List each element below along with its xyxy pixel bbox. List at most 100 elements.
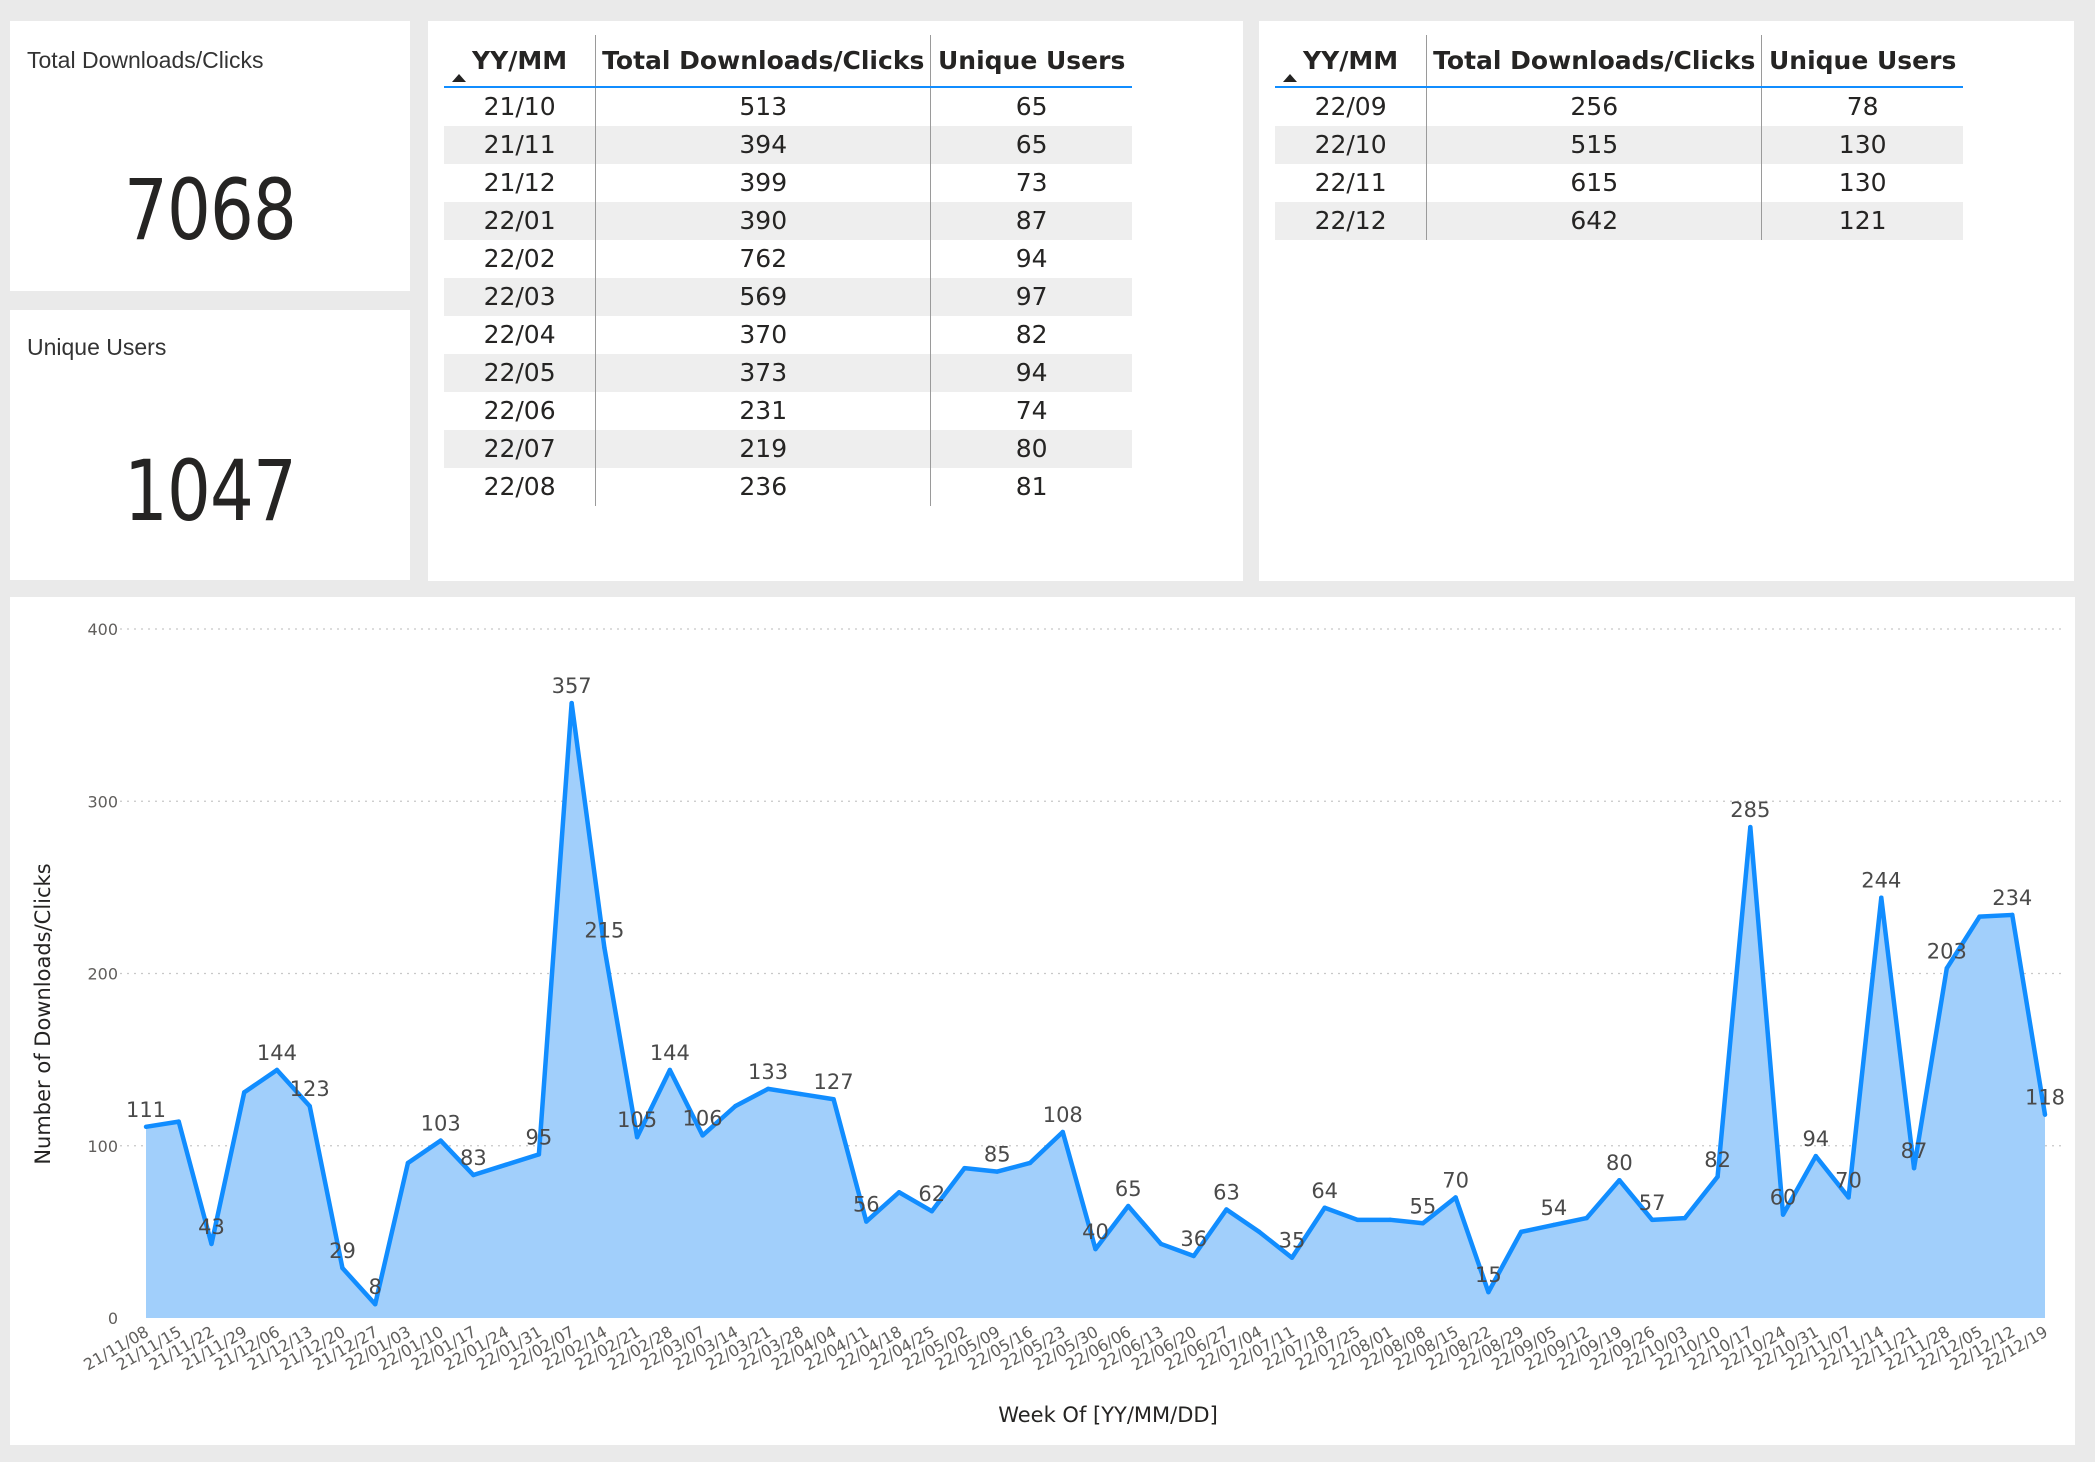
data-point[interactable] — [1944, 966, 1949, 971]
data-point[interactable] — [1682, 1215, 1688, 1221]
column-header-unique[interactable]: Unique Users — [930, 35, 1132, 88]
data-label: 133 — [748, 1060, 788, 1084]
data-point[interactable] — [896, 1190, 902, 1195]
column-header-total[interactable]: Total Downloads/Clicks — [595, 35, 931, 88]
cell-unique: 94 — [930, 240, 1132, 278]
data-point[interactable] — [1420, 1221, 1426, 1226]
data-point[interactable] — [634, 1134, 640, 1140]
weekly-downloads-area-chart[interactable]: 0 100 200 300 400 111 43 144 123 29 8 103 83 95 357 21… — [10, 597, 2075, 1445]
data-point[interactable] — [1715, 1174, 1720, 1179]
data-point[interactable] — [372, 1302, 378, 1307]
sort-ascending-icon[interactable] — [1283, 74, 1297, 82]
data-point[interactable] — [536, 1152, 542, 1157]
table-row[interactable]: 22/02 762 94 — [444, 240, 1132, 278]
data-point[interactable] — [700, 1133, 705, 1138]
data-point[interactable] — [1911, 1165, 1917, 1171]
data-point[interactable] — [2042, 1112, 2048, 1117]
data-point[interactable] — [209, 1241, 214, 1247]
table-row[interactable]: 21/12 399 73 — [444, 164, 1132, 202]
column-header-unique[interactable]: Unique Users — [1761, 35, 1963, 88]
data-point[interactable] — [307, 1103, 312, 1109]
data-point[interactable] — [1322, 1205, 1327, 1210]
data-point[interactable] — [1551, 1222, 1557, 1228]
data-point[interactable] — [1486, 1289, 1491, 1295]
data-point[interactable] — [995, 1169, 1000, 1174]
cell-yymm: 22/11 — [1314, 168, 1387, 197]
data-point[interactable] — [1191, 1253, 1196, 1259]
table-row[interactable]: 22/05 373 94 — [444, 354, 1132, 392]
data-point[interactable] — [569, 700, 574, 706]
data-label: 94 — [1802, 1127, 1829, 1151]
cell-total: 394 — [595, 126, 931, 164]
data-label: 64 — [1311, 1179, 1338, 1203]
data-point[interactable] — [438, 1138, 443, 1143]
table-row[interactable]: 22/03 569 97 — [444, 278, 1132, 316]
data-point[interactable] — [2010, 912, 2015, 918]
table-row[interactable]: 22/10 515 130 — [1275, 126, 1963, 164]
data-point[interactable] — [1257, 1229, 1262, 1235]
data-point[interactable] — [176, 1119, 181, 1124]
kpi-value-unique: 1047 — [123, 442, 297, 540]
data-point[interactable] — [1453, 1195, 1458, 1200]
data-point[interactable] — [242, 1090, 247, 1095]
cell-yymm: 22/05 — [444, 354, 596, 392]
data-point[interactable] — [1649, 1217, 1655, 1223]
data-point[interactable] — [1224, 1207, 1229, 1212]
data-point[interactable] — [1158, 1241, 1164, 1247]
data-point[interactable] — [1748, 824, 1753, 830]
cell-unique: 121 — [1761, 202, 1963, 240]
table-row[interactable]: 22/11 615 130 — [1275, 164, 1963, 202]
table-row[interactable]: 22/01 390 87 — [444, 202, 1132, 240]
data-point[interactable] — [929, 1209, 934, 1214]
cell-total: 390 — [595, 202, 931, 240]
column-header-yymm[interactable]: YY/MM — [1275, 35, 1427, 88]
data-point[interactable] — [143, 1124, 149, 1130]
data-point[interactable] — [503, 1162, 509, 1167]
data-point[interactable] — [864, 1219, 869, 1224]
table-row[interactable]: 22/07 219 80 — [444, 430, 1132, 468]
data-point[interactable] — [1977, 914, 1982, 919]
data-point[interactable] — [1093, 1246, 1098, 1252]
data-point[interactable] — [1355, 1217, 1360, 1223]
data-point[interactable] — [602, 945, 607, 950]
data-point[interactable] — [1060, 1129, 1065, 1135]
sort-ascending-icon[interactable] — [452, 74, 466, 82]
data-point[interactable] — [1126, 1203, 1131, 1209]
table-row[interactable]: 22/06 231 74 — [444, 392, 1132, 430]
table-row[interactable]: 21/10 513 65 — [444, 87, 1132, 126]
data-point[interactable] — [1780, 1212, 1786, 1217]
data-point[interactable] — [471, 1172, 476, 1178]
data-point[interactable] — [798, 1091, 804, 1097]
data-point[interactable] — [1518, 1229, 1524, 1235]
data-point[interactable] — [1387, 1217, 1393, 1223]
table-row[interactable]: 22/04 370 82 — [444, 316, 1132, 354]
data-point[interactable] — [1027, 1160, 1033, 1166]
data-point[interactable] — [962, 1165, 967, 1171]
data-point[interactable] — [1289, 1255, 1295, 1260]
cell-unique: 130 — [1761, 164, 1963, 202]
table-row[interactable]: 22/12 642 121 — [1275, 202, 1963, 240]
cell-total: 399 — [595, 164, 931, 202]
table-row[interactable]: 21/11 394 65 — [444, 126, 1132, 164]
column-header-total[interactable]: Total Downloads/Clicks — [1426, 35, 1762, 88]
data-label: 60 — [1770, 1186, 1797, 1210]
data-point[interactable] — [274, 1067, 280, 1073]
data-label: 95 — [526, 1125, 553, 1149]
data-point[interactable] — [733, 1103, 738, 1109]
data-point[interactable] — [1584, 1215, 1589, 1221]
data-point[interactable] — [340, 1265, 345, 1271]
table-row[interactable]: 22/08 236 81 — [444, 468, 1132, 506]
kpi-card-unique: Unique Users 1047 — [10, 310, 410, 580]
data-point[interactable] — [1617, 1178, 1622, 1183]
data-label: 87 — [1901, 1139, 1928, 1163]
data-point[interactable] — [1846, 1195, 1851, 1200]
data-point[interactable] — [831, 1097, 836, 1102]
data-point[interactable] — [1813, 1153, 1819, 1159]
data-point[interactable] — [1879, 895, 1884, 900]
data-label: 105 — [617, 1108, 657, 1132]
column-header-yymm[interactable]: YY/MM — [444, 35, 596, 88]
data-point[interactable] — [405, 1160, 411, 1166]
table-row[interactable]: 22/09 256 78 — [1275, 87, 1963, 126]
data-point[interactable] — [667, 1067, 673, 1073]
data-point[interactable] — [765, 1086, 771, 1092]
